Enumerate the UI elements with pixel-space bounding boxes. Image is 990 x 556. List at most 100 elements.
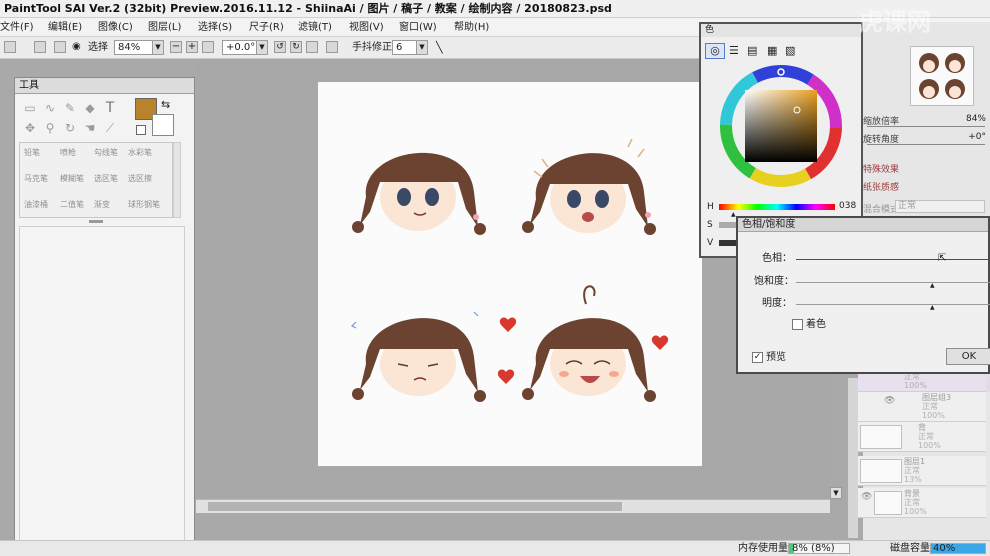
layer-item-bei[interactable]: 背 正常 100%: [858, 422, 986, 452]
disk-label: 磁盘容量: [890, 543, 930, 554]
eraser-icon[interactable]: ◆: [81, 100, 99, 116]
layer-thumbnail: [874, 491, 902, 515]
color-wheel[interactable]: [719, 64, 843, 188]
lightness-slider[interactable]: [796, 304, 990, 305]
brush-watercolor[interactable]: 水彩笔: [128, 147, 152, 159]
hsv-slider-tab-icon[interactable]: ▤: [747, 44, 757, 57]
eye-icon[interactable]: ◉: [72, 42, 86, 52]
lightness-thumb-icon[interactable]: ▲: [930, 304, 935, 311]
transparent-color-icon[interactable]: [136, 125, 146, 135]
menu-select[interactable]: 选择(S): [198, 18, 232, 37]
layer-scrollbar[interactable]: [848, 378, 858, 538]
rotate-select[interactable]: +0.0° ▼: [222, 40, 268, 55]
line-tool-icon[interactable]: ╲: [436, 41, 450, 55]
saturation-thumb-icon[interactable]: ▲: [930, 282, 935, 289]
menu-help[interactable]: 帮助(H): [454, 18, 489, 37]
eyedropper-icon[interactable]: ⟋: [101, 120, 119, 136]
rotation-slider[interactable]: [867, 144, 985, 145]
zoom-in-button[interactable]: +: [186, 41, 198, 53]
navigator-thumbnail: [919, 53, 965, 99]
zoom-reset-button[interactable]: [202, 41, 214, 53]
ok-button[interactable]: OK: [946, 348, 990, 365]
colorize-checkbox[interactable]: [792, 319, 803, 330]
menu-ruler[interactable]: 尺子(R): [249, 18, 284, 37]
mixer-tab-icon[interactable]: ▧: [785, 44, 795, 57]
horizontal-scroll-thumb[interactable]: [208, 502, 622, 511]
rotate-icon[interactable]: ↻: [61, 120, 79, 136]
brush-ballpen[interactable]: 球形钢笔: [128, 199, 164, 211]
saturation-slider[interactable]: [796, 282, 990, 283]
brush-bucket[interactable]: 油漆桶: [24, 199, 48, 211]
color-wheel-tab-icon[interactable]: ◎: [705, 43, 725, 59]
brush-gradient[interactable]: 渐变: [94, 199, 118, 211]
brush-liner[interactable]: 勾线笔: [94, 147, 118, 159]
menu-filter[interactable]: 滤镜(T): [298, 18, 332, 37]
move-icon[interactable]: ✥: [21, 120, 39, 136]
swap-colors-icon[interactable]: ⇆: [161, 98, 170, 111]
brush-airbrush[interactable]: 喷枪: [60, 147, 84, 159]
brush-blur[interactable]: 模糊笔: [60, 173, 84, 185]
navigator-preview[interactable]: [910, 46, 974, 106]
secondary-color-swatch[interactable]: [152, 114, 174, 136]
zoom-icon[interactable]: ⚲: [41, 120, 59, 136]
stabilizer-select[interactable]: 6 ▼: [392, 40, 428, 55]
new-icon[interactable]: [4, 41, 16, 53]
brush-select-eraser[interactable]: 选区擦: [128, 173, 152, 185]
select-label: 选择: [88, 42, 108, 53]
brush-scrollbar[interactable]: [173, 142, 181, 218]
save-icon[interactable]: [54, 41, 66, 53]
rgb-slider-tab-icon[interactable]: ☰: [729, 44, 739, 57]
canvas-paper[interactable]: [318, 82, 702, 466]
zoom-select[interactable]: 84% ▼: [114, 40, 164, 55]
layer-item-layer1[interactable]: 图层1 正常 13%: [858, 456, 986, 486]
h-value: 038: [839, 201, 857, 211]
visibility-eye-icon[interactable]: 👁: [884, 396, 895, 406]
hand-icon[interactable]: ☚: [81, 120, 99, 136]
zoom-out-button[interactable]: −: [170, 41, 182, 53]
brush-grid: 铅笔 喷枪 勾线笔 水彩笔 马克笔 模糊笔 选区笔 选区擦 油漆桶 二值笔 渐变…: [19, 142, 173, 218]
rotate-right-button[interactable]: ↻: [290, 41, 302, 53]
rotate-left-button[interactable]: ↺: [274, 41, 286, 53]
flip-button[interactable]: [326, 41, 338, 53]
chevron-down-icon: ▼: [256, 41, 267, 54]
zoom-value: 84%: [118, 42, 141, 53]
preview-checkbox[interactable]: ✓: [752, 352, 763, 363]
menu-image[interactable]: 图像(C): [98, 18, 133, 37]
lasso-icon[interactable]: ∿: [41, 100, 59, 116]
tools-panel: 工具 ▭ ∿ ✎ ◆ T ✥ ⚲ ↻ ☚ ⟋ ⇆ 铅笔 喷枪 勾线笔 水彩笔 马…: [14, 77, 195, 556]
rect-select-icon[interactable]: ▭: [21, 100, 39, 116]
brush-binary[interactable]: 二值笔: [60, 199, 84, 211]
menu-layer[interactable]: 图层(L): [148, 18, 181, 37]
h-label: H: [707, 202, 714, 212]
resize-handle[interactable]: [89, 220, 103, 223]
menu-file[interactable]: 文件(F): [0, 18, 34, 37]
blend-mode-select[interactable]: 正常: [895, 200, 985, 213]
scroll-down-icon[interactable]: ▼: [830, 487, 842, 499]
memory-value: 8% (8%): [792, 543, 835, 554]
paper-texture-label[interactable]: 纸张质感: [863, 180, 899, 193]
layer-name: 背: [918, 423, 926, 432]
text-tool-icon[interactable]: T: [101, 100, 119, 116]
open-icon[interactable]: [34, 41, 46, 53]
layer-item-background[interactable]: 👁 背景 正常 100%: [858, 488, 986, 518]
brush-marker[interactable]: 马克笔: [24, 173, 48, 185]
chevron-down-icon: ▼: [152, 41, 163, 54]
menu-window[interactable]: 窗口(W): [399, 18, 437, 37]
brush-select-pen[interactable]: 选区笔: [94, 173, 118, 185]
left-strip: [0, 59, 14, 540]
special-effect-label[interactable]: 特殊效果: [863, 162, 899, 175]
hue-slider[interactable]: [796, 259, 990, 260]
menu-view[interactable]: 视图(V): [349, 18, 384, 37]
brush-pencil[interactable]: 铅笔: [24, 147, 48, 159]
visibility-eye-icon[interactable]: 👁: [861, 492, 872, 502]
layer-item-group3[interactable]: 👁 图层组3 正常 100%: [858, 392, 986, 422]
rotate-reset-button[interactable]: [306, 41, 318, 53]
swatches-tab-icon[interactable]: ▦: [767, 44, 777, 57]
menu-edit[interactable]: 编辑(E): [48, 18, 82, 37]
h-slider[interactable]: [719, 204, 835, 210]
zoom-slider[interactable]: [867, 126, 985, 127]
layer-opacity: 100%: [918, 441, 941, 450]
h-slider-thumb-icon[interactable]: ▲: [731, 211, 736, 218]
zoom-ratio-value: 84%: [965, 114, 986, 124]
magic-wand-icon[interactable]: ✎: [61, 100, 79, 116]
